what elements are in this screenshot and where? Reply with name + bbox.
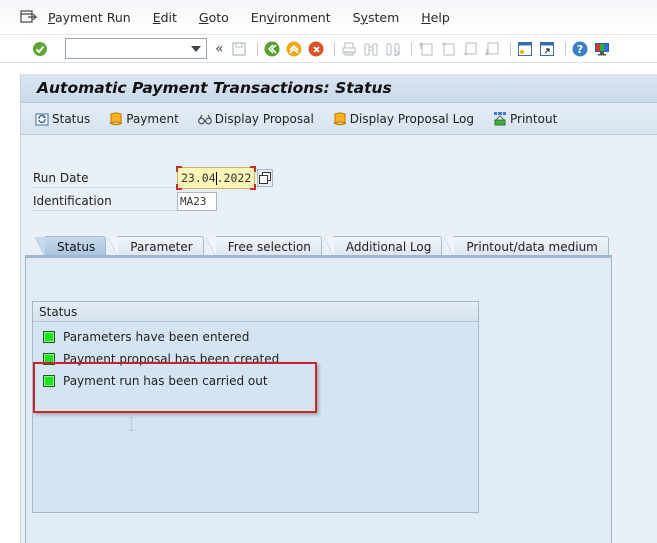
display-proposal-button[interactable]: Display Proposal bbox=[197, 111, 314, 127]
identification-input[interactable]: MA23 bbox=[177, 191, 217, 211]
menu-edit[interactable]: Edit bbox=[153, 10, 177, 25]
next-page-icon[interactable] bbox=[461, 40, 479, 58]
status-item-label: Payment proposal has been created bbox=[63, 352, 280, 366]
tab-status[interactable]: Status bbox=[34, 236, 107, 257]
tab-additional-log[interactable]: Additional Log bbox=[323, 236, 443, 257]
save-icon[interactable] bbox=[230, 40, 248, 58]
enter-icon[interactable] bbox=[31, 40, 49, 58]
first-page-icon[interactable] bbox=[417, 40, 435, 58]
green-led-icon bbox=[43, 353, 55, 365]
menu-goto[interactable]: Goto bbox=[199, 10, 229, 25]
status-item: Payment proposal has been created bbox=[43, 350, 279, 368]
previous-page-icon[interactable] bbox=[439, 40, 457, 58]
exit-icon[interactable] bbox=[285, 40, 303, 58]
status-item-label: Payment run has been carried out bbox=[63, 374, 268, 388]
display-proposal-log-button-label: Display Proposal Log bbox=[349, 111, 475, 126]
run-date-label: Run Date bbox=[31, 168, 177, 188]
title-bar: Automatic Payment Transactions: Status bbox=[21, 74, 657, 103]
toolbar-separator bbox=[564, 41, 566, 56]
find-next-icon[interactable] bbox=[384, 40, 402, 58]
new-session-icon[interactable] bbox=[516, 40, 534, 58]
toolbar-separator bbox=[410, 41, 412, 56]
refresh-icon bbox=[34, 111, 50, 127]
menu-payment-run[interactable]: Payment Run bbox=[48, 10, 131, 25]
tab-strip: Status Parameter Free selection Addition… bbox=[34, 236, 611, 257]
tab-printout-data-medium[interactable]: Printout/data medium bbox=[444, 236, 609, 257]
copy-icon[interactable] bbox=[257, 169, 273, 187]
status-item-label: Parameters have been entered bbox=[63, 330, 250, 344]
cancel-icon[interactable] bbox=[307, 40, 325, 58]
display-proposal-log-button[interactable]: Display Proposal Log bbox=[332, 111, 474, 127]
command-field[interactable] bbox=[65, 38, 207, 59]
toolbar-separator bbox=[333, 41, 335, 56]
green-led-icon bbox=[43, 331, 55, 343]
text-cursor-icon bbox=[129, 417, 134, 431]
printout-button-label: Printout bbox=[510, 111, 558, 126]
display-proposal-button-label: Display Proposal bbox=[214, 111, 314, 126]
application-toolbar: Status Payment Display Proposal Display … bbox=[21, 103, 657, 135]
menu-environment[interactable]: Environment bbox=[251, 10, 331, 25]
collapse-command-icon[interactable]: « bbox=[215, 41, 224, 57]
command-input[interactable] bbox=[66, 39, 186, 58]
content-area: Run Date 23.04.2022 Identification MA23 … bbox=[21, 135, 657, 543]
tab-panel-status: Status Parameters have been entered Paym… bbox=[25, 255, 612, 543]
printout-icon bbox=[492, 111, 508, 127]
status-group-title: Status bbox=[33, 302, 478, 322]
print-icon[interactable] bbox=[340, 40, 358, 58]
menu-bar: Payment Run Edit Goto Environment System… bbox=[0, 0, 657, 34]
scroll-icon bbox=[108, 111, 124, 127]
svg-text:?: ? bbox=[576, 43, 582, 56]
green-led-icon bbox=[43, 375, 55, 387]
status-button-label: Status bbox=[52, 111, 91, 126]
identification-label: Identification bbox=[31, 191, 177, 211]
status-group-box: Status Parameters have been entered Paym… bbox=[32, 301, 479, 513]
payment-button[interactable]: Payment bbox=[108, 111, 179, 127]
menu-help[interactable]: Help bbox=[421, 10, 450, 25]
page-title: Automatic Payment Transactions: Status bbox=[37, 79, 392, 97]
identification-row: Identification MA23 bbox=[31, 191, 217, 211]
status-button[interactable]: Status bbox=[34, 111, 90, 127]
status-item: Parameters have been entered bbox=[43, 328, 249, 346]
run-date-row: Run Date 23.04.2022 bbox=[31, 166, 273, 190]
application-area: Automatic Payment Transactions: Status S… bbox=[20, 74, 657, 543]
help-icon[interactable]: ? bbox=[571, 40, 589, 58]
run-date-value: 23.04.2022 bbox=[181, 171, 252, 185]
toolbar-separator bbox=[509, 41, 511, 56]
find-icon[interactable] bbox=[362, 40, 380, 58]
menu-system[interactable]: System bbox=[353, 10, 400, 25]
customize-layout-icon[interactable] bbox=[593, 40, 611, 58]
run-date-input[interactable]: 23.04.2022 bbox=[176, 166, 256, 190]
last-page-icon[interactable] bbox=[483, 40, 501, 58]
printout-button[interactable]: Printout bbox=[492, 111, 557, 127]
scroll-icon bbox=[332, 111, 348, 127]
toolbar-separator bbox=[256, 41, 258, 56]
status-item: Payment run has been carried out bbox=[43, 372, 268, 390]
menu-icon[interactable] bbox=[20, 10, 38, 24]
payment-button-label: Payment bbox=[126, 111, 179, 126]
standard-toolbar: « ? bbox=[0, 34, 657, 63]
shortcut-icon[interactable] bbox=[538, 40, 556, 58]
glasses-icon bbox=[197, 111, 213, 127]
tab-free-selection[interactable]: Free selection bbox=[205, 236, 322, 257]
tab-parameter[interactable]: Parameter bbox=[108, 236, 204, 257]
chevron-down-icon[interactable] bbox=[191, 46, 201, 52]
back-icon[interactable] bbox=[263, 40, 281, 58]
